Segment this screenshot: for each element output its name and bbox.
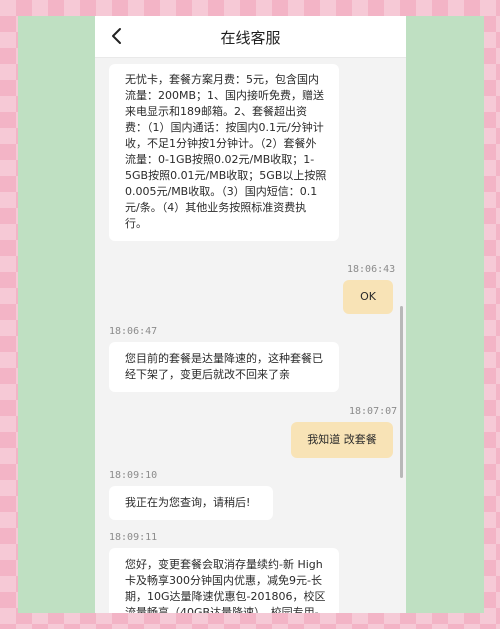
message-text: OK (360, 290, 376, 303)
timestamp: 18:06:47 (109, 326, 158, 337)
message-text: 您好，变更套餐会取消存量续约-新 High卡及畅享300分钟国内优惠，减免9元-… (125, 558, 326, 613)
chat-screen: 在线客服 无忧卡，套餐方案月费：5元，包含国内流量：200MB；1、国内接听免费… (95, 16, 406, 613)
timestamp: 18:09:11 (109, 532, 158, 543)
message-bubble-plan-details: 无忧卡，套餐方案月费：5元，包含国内流量：200MB；1、国内接听免费，赠送来电… (109, 64, 339, 241)
timestamp: 18:07:07 (349, 406, 398, 417)
message-bubble-plan-warning: 您目前的套餐是达量降速的，这种套餐已经下架了，变更后就改不回来了亲 (109, 342, 339, 392)
message-bubble-querying: 我正在为您查询，请稍后! (109, 486, 273, 520)
message-bubble-plan-change-info: 您好，变更套餐会取消存量续约-新 High卡及畅享300分钟国内优惠，减免9元-… (109, 548, 339, 613)
message-text: 无忧卡，套餐方案月费：5元，包含国内流量：200MB；1、国内接听免费，赠送来电… (125, 73, 327, 230)
timestamp: 18:09:10 (109, 470, 158, 481)
message-bubble-ok: OK (343, 280, 393, 314)
top-bar: 在线客服 (95, 16, 406, 58)
page-title: 在线客服 (220, 29, 281, 47)
message-text: 我正在为您查询，请稍后! (125, 496, 251, 509)
scrollbar[interactable] (400, 306, 403, 478)
timestamp: 18:06:43 (347, 264, 396, 275)
message-text: 您目前的套餐是达量降速的，这种套餐已经下架了，变更后就改不回来了亲 (125, 352, 323, 381)
message-list[interactable]: 无忧卡，套餐方案月费：5元，包含国内流量：200MB；1、国内接听免费，赠送来电… (95, 58, 406, 613)
message-text: 我知道 改套餐 (307, 433, 377, 446)
message-bubble-change-plan: 我知道 改套餐 (291, 422, 393, 458)
